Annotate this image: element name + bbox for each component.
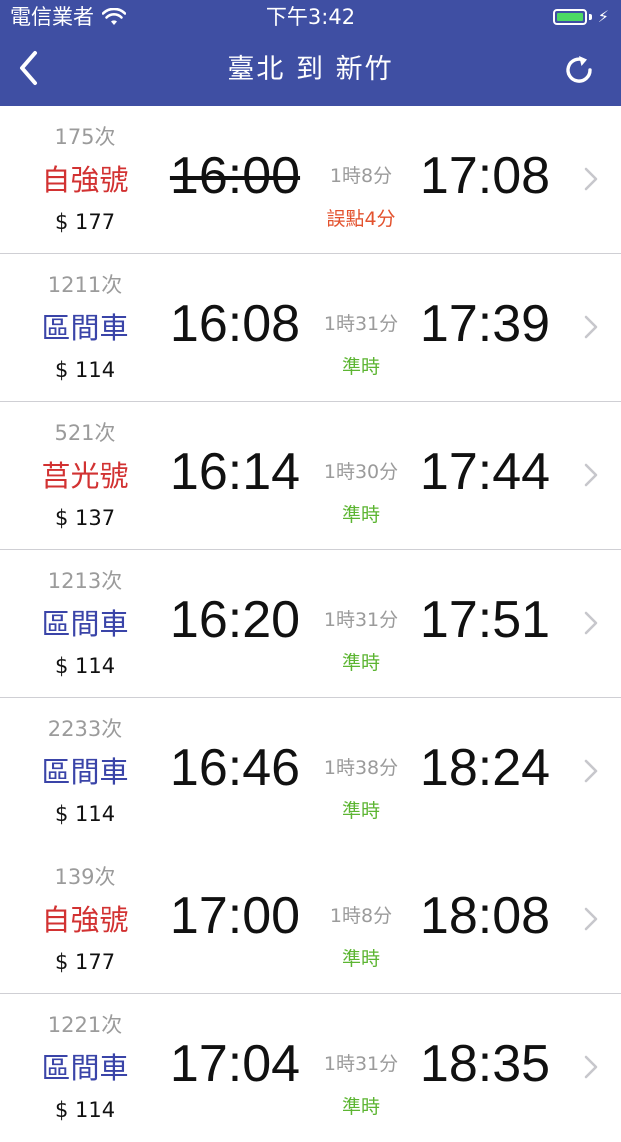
chevron-right-icon xyxy=(584,463,598,487)
train-row[interactable]: 521次 莒光號 $ 137 16:14 1時30分 準時 17:44 xyxy=(0,402,621,550)
fare-price: $ 114 xyxy=(54,358,116,382)
arrival-time: 17:51 xyxy=(419,591,551,649)
train-row[interactable]: 1221次 區間車 $ 114 17:04 1時31分 準時 18:35 xyxy=(0,994,621,1142)
train-type: 區間車 xyxy=(41,311,129,345)
departure-time: 16:20 xyxy=(169,591,301,649)
arrival-time: 17:39 xyxy=(419,295,551,353)
departure-time: 16:00 xyxy=(169,147,301,205)
fare-price: $ 177 xyxy=(54,210,116,234)
train-type: 區間車 xyxy=(41,607,129,641)
travel-duration: 1時8分 xyxy=(329,905,393,927)
travel-duration: 1時31分 xyxy=(323,313,399,335)
travel-duration: 1時8分 xyxy=(329,165,393,187)
status-bar: 電信業者 下午3:42 ⚡ xyxy=(0,0,621,34)
refresh-button[interactable] xyxy=(559,50,599,90)
train-number: 521次 xyxy=(54,421,116,445)
train-number: 1213次 xyxy=(47,569,123,593)
train-type: 自強號 xyxy=(41,903,129,937)
delay-status: 準時 xyxy=(341,800,380,822)
delay-status: 準時 xyxy=(341,1096,380,1118)
arrival-time: 18:08 xyxy=(419,887,551,945)
chevron-right-icon xyxy=(584,167,598,191)
train-number: 2233次 xyxy=(47,717,123,741)
chevron-right-icon xyxy=(584,611,598,635)
delay-status: 準時 xyxy=(341,652,380,674)
fare-price: $ 114 xyxy=(54,1098,116,1122)
train-number: 1221次 xyxy=(47,1013,123,1037)
train-number: 139次 xyxy=(54,865,116,889)
train-list: 175次 自強號 $ 177 16:00 1時8分 誤點4分 17:08 121… xyxy=(0,106,621,1142)
status-time: 下午3:42 xyxy=(265,5,356,29)
arrival-time: 17:08 xyxy=(419,147,551,205)
travel-duration: 1時38分 xyxy=(323,757,399,779)
train-row[interactable]: 139次 自強號 $ 177 17:00 1時8分 準時 18:08 xyxy=(0,846,621,994)
refresh-icon xyxy=(566,56,592,83)
app-header: 電信業者 下午3:42 ⚡ 臺北 到 新竹 xyxy=(0,0,621,106)
train-type: 區間車 xyxy=(41,1051,129,1085)
chevron-right-icon xyxy=(584,759,598,783)
arrival-time: 18:35 xyxy=(419,1035,551,1093)
chevron-right-icon xyxy=(584,907,598,931)
departure-time: 16:08 xyxy=(169,295,301,353)
fare-price: $ 177 xyxy=(54,950,116,974)
fare-price: $ 137 xyxy=(54,506,116,530)
delay-status: 準時 xyxy=(341,948,380,970)
departure-time: 16:14 xyxy=(169,443,301,501)
train-type: 自強號 xyxy=(41,163,129,197)
travel-duration: 1時31分 xyxy=(323,609,399,631)
train-row[interactable]: 1213次 區間車 $ 114 16:20 1時31分 準時 17:51 xyxy=(0,550,621,698)
battery-icon: ⚡ xyxy=(552,7,609,26)
departure-time: 17:00 xyxy=(169,887,301,945)
page-title: 臺北 到 新竹 xyxy=(227,54,394,85)
nav-bar: 臺北 到 新竹 xyxy=(0,34,621,106)
travel-duration: 1時30分 xyxy=(323,461,399,483)
train-row[interactable]: 175次 自強號 $ 177 16:00 1時8分 誤點4分 17:08 xyxy=(0,106,621,254)
chevron-right-icon xyxy=(584,1055,598,1079)
train-number: 175次 xyxy=(54,125,116,149)
train-row[interactable]: 2233次 區間車 $ 114 16:46 1時38分 準時 18:24 xyxy=(0,698,621,846)
arrival-time: 18:24 xyxy=(419,739,551,797)
delay-status: 準時 xyxy=(341,504,380,526)
train-type: 莒光號 xyxy=(41,459,129,493)
train-row[interactable]: 1211次 區間車 $ 114 16:08 1時31分 準時 17:39 xyxy=(0,254,621,402)
delay-status: 誤點4分 xyxy=(326,208,396,230)
train-number: 1211次 xyxy=(47,273,123,297)
charging-bolt-icon: ⚡ xyxy=(597,7,609,26)
arrival-time: 17:44 xyxy=(419,443,551,501)
travel-duration: 1時31分 xyxy=(323,1053,399,1075)
chevron-right-icon xyxy=(584,315,598,339)
departure-time: 16:46 xyxy=(169,739,301,797)
fare-price: $ 114 xyxy=(54,802,116,826)
departure-time: 17:04 xyxy=(169,1035,301,1093)
train-type: 區間車 xyxy=(41,755,129,789)
delay-status: 準時 xyxy=(341,356,380,378)
fare-price: $ 114 xyxy=(54,654,116,678)
